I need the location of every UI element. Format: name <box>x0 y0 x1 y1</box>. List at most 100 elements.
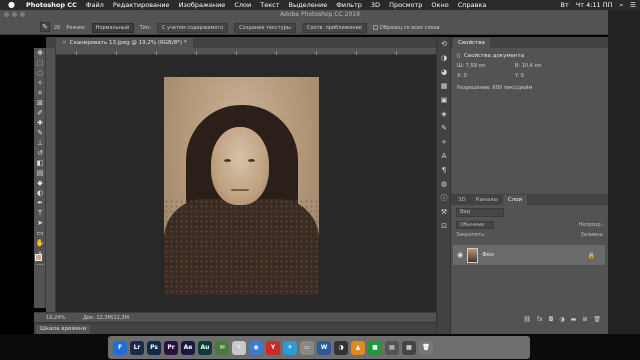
dock-app-icon[interactable]: ✎ <box>232 340 246 355</box>
menu-image[interactable]: Изображение <box>179 1 226 9</box>
document-info[interactable]: Док: 12,3M/12,3M <box>83 315 129 321</box>
menu-layers[interactable]: Слои <box>234 1 251 9</box>
info-icon[interactable]: ⓘ <box>437 191 451 205</box>
path-select-tool-icon[interactable]: ➤ <box>34 218 46 228</box>
dock-app-icon[interactable]: Ps <box>147 340 161 355</box>
menu-file[interactable]: Файл <box>86 1 104 9</box>
clock[interactable]: Чт 4:11 ПП <box>576 1 613 9</box>
history-brush-tool-icon[interactable]: ↺ <box>34 148 46 158</box>
menu-select[interactable]: Выделение <box>288 1 327 9</box>
glyphs-icon[interactable]: ◍ <box>437 177 451 191</box>
document-canvas[interactable] <box>56 55 436 312</box>
dock-app-icon[interactable]: ✈ <box>283 340 297 355</box>
layer-name[interactable]: Фон <box>482 252 494 258</box>
tab-channels[interactable]: Каналы <box>471 195 503 205</box>
dock-app-icon[interactable]: ▲ <box>351 340 365 355</box>
dock-app-icon[interactable]: ◑ <box>334 340 348 355</box>
zoom-level[interactable]: 19,24% <box>46 315 65 321</box>
dock-app-icon[interactable]: Au <box>198 340 212 355</box>
mode-select[interactable]: Нормальный <box>91 23 134 33</box>
layer-style-icon[interactable]: fx <box>537 316 543 326</box>
dock-app-icon[interactable]: W <box>317 340 331 355</box>
color-swatches[interactable] <box>35 254 45 264</box>
search-icon[interactable]: ⌕ <box>620 1 624 10</box>
y-field[interactable]: 0 <box>521 73 524 79</box>
vertical-ruler[interactable] <box>46 48 56 312</box>
visibility-eye-icon[interactable]: ◉ <box>457 251 463 259</box>
lock-icon[interactable]: 🔒 <box>588 252 595 259</box>
eraser-tool-icon[interactable]: ◧ <box>34 158 46 168</box>
gradient-tool-icon[interactable]: ▤ <box>34 168 46 178</box>
navigator-icon[interactable]: ⊡ <box>437 219 451 233</box>
dock-app-icon[interactable]: Y <box>266 340 280 355</box>
x-field[interactable]: 0 <box>464 73 467 79</box>
dodge-tool-icon[interactable]: ◐ <box>34 188 46 198</box>
adjustment-layer-icon[interactable]: ◑ <box>559 316 564 326</box>
apple-icon[interactable]: ● <box>8 1 16 9</box>
blend-mode-select[interactable]: Обычные <box>456 221 494 229</box>
fill-label[interactable]: Заливка: <box>581 232 604 238</box>
menu-edit[interactable]: Редактирование <box>113 1 170 9</box>
marquee-tool-icon[interactable]: ⬚ <box>34 58 46 68</box>
pen-tool-icon[interactable]: ✒ <box>34 198 46 208</box>
menu-extras-icon[interactable]: ☰ <box>630 1 636 9</box>
menu-filter[interactable]: Фильтр <box>336 1 362 9</box>
foreground-color-swatch[interactable] <box>35 254 42 261</box>
character-icon[interactable]: A <box>437 149 451 163</box>
horizontal-ruler[interactable] <box>56 48 436 55</box>
clone-stamp-tool-icon[interactable]: ⊥ <box>34 138 46 148</box>
move-tool-icon[interactable]: ✥ <box>34 48 46 58</box>
styles-icon[interactable]: ◈ <box>437 107 451 121</box>
menu-type[interactable]: Текст <box>260 1 279 9</box>
type-tool-icon[interactable]: T <box>34 208 46 218</box>
dock-app-icon[interactable]: Pr <box>164 340 178 355</box>
timeline-tab[interactable]: Шкала времени <box>36 325 91 334</box>
dock-app-icon[interactable]: F <box>113 340 127 355</box>
paths-icon[interactable]: ⟡ <box>437 135 451 149</box>
eyedropper-tool-icon[interactable]: ✐ <box>34 108 46 118</box>
dock-app-icon[interactable]: ✉ <box>215 340 229 355</box>
hand-tool-icon[interactable]: ✋ <box>34 238 46 248</box>
quick-select-tool-icon[interactable]: ✧ <box>34 78 46 88</box>
new-group-icon[interactable]: ▬ <box>571 316 577 326</box>
color-icon[interactable]: ◕ <box>437 65 451 79</box>
proximity-match-option[interactable]: Соотв. приближение <box>301 23 367 33</box>
menu-window[interactable]: Окно <box>431 1 448 9</box>
tab-layers[interactable]: Слои <box>502 195 528 205</box>
dock-app-icon[interactable]: ■ <box>368 340 382 355</box>
crop-tool-icon[interactable]: ⌗ <box>34 88 46 98</box>
libraries-icon[interactable]: ▣ <box>437 93 451 107</box>
adjustments-icon[interactable]: ◑ <box>437 51 451 65</box>
delete-layer-icon[interactable]: 🗑 <box>593 316 601 326</box>
content-aware-option[interactable]: С учетом содержимого <box>156 23 229 33</box>
opacity-label[interactable]: Непрозр.: <box>579 222 604 228</box>
dock-app-icon[interactable]: ▤ <box>385 340 399 355</box>
document-tab[interactable]: × Сканировать 13.jpeg @ 19,2% (RGB/8*) * <box>56 38 193 48</box>
dock-app-icon[interactable]: ▭ <box>300 340 314 355</box>
close-tab-icon[interactable]: × <box>62 40 67 46</box>
menu-view[interactable]: Просмотр <box>389 1 422 9</box>
tab-3d[interactable]: 3D <box>453 195 471 205</box>
link-layers-icon[interactable]: ⛓ <box>523 316 531 326</box>
dock-app-icon[interactable]: 🗑 <box>419 340 433 355</box>
menu-help[interactable]: Справка <box>458 1 487 9</box>
brush-size[interactable]: 20 <box>54 25 60 31</box>
brush-tool-icon[interactable]: ✎ <box>34 128 46 138</box>
menu-3d[interactable]: 3D <box>371 1 380 9</box>
tool-presets-icon[interactable]: ⚒ <box>437 205 451 219</box>
width-field[interactable]: 7,59 см <box>466 63 485 69</box>
dock-app-icon[interactable]: Lr <box>130 340 144 355</box>
layer-row[interactable]: ◉ Фон 🔒 <box>453 245 605 265</box>
document-image[interactable] <box>164 77 319 295</box>
layer-filter-select[interactable]: Вид <box>456 208 504 217</box>
dock-app-icon[interactable]: ◉ <box>249 340 263 355</box>
sample-all-layers-checkbox[interactable]: Образец со всех слоев <box>372 25 440 31</box>
blur-tool-icon[interactable]: ◆ <box>34 178 46 188</box>
create-texture-option[interactable]: Создание текстуры <box>234 23 296 33</box>
dock-app-icon[interactable]: Ae <box>181 340 195 355</box>
swatches-icon[interactable]: ▦ <box>437 79 451 93</box>
new-layer-icon[interactable]: ⊞ <box>582 316 587 326</box>
add-mask-icon[interactable]: ◘ <box>549 316 554 326</box>
height-field[interactable]: 10,4 см <box>522 63 541 69</box>
tab-properties[interactable]: Свойства <box>453 38 490 48</box>
